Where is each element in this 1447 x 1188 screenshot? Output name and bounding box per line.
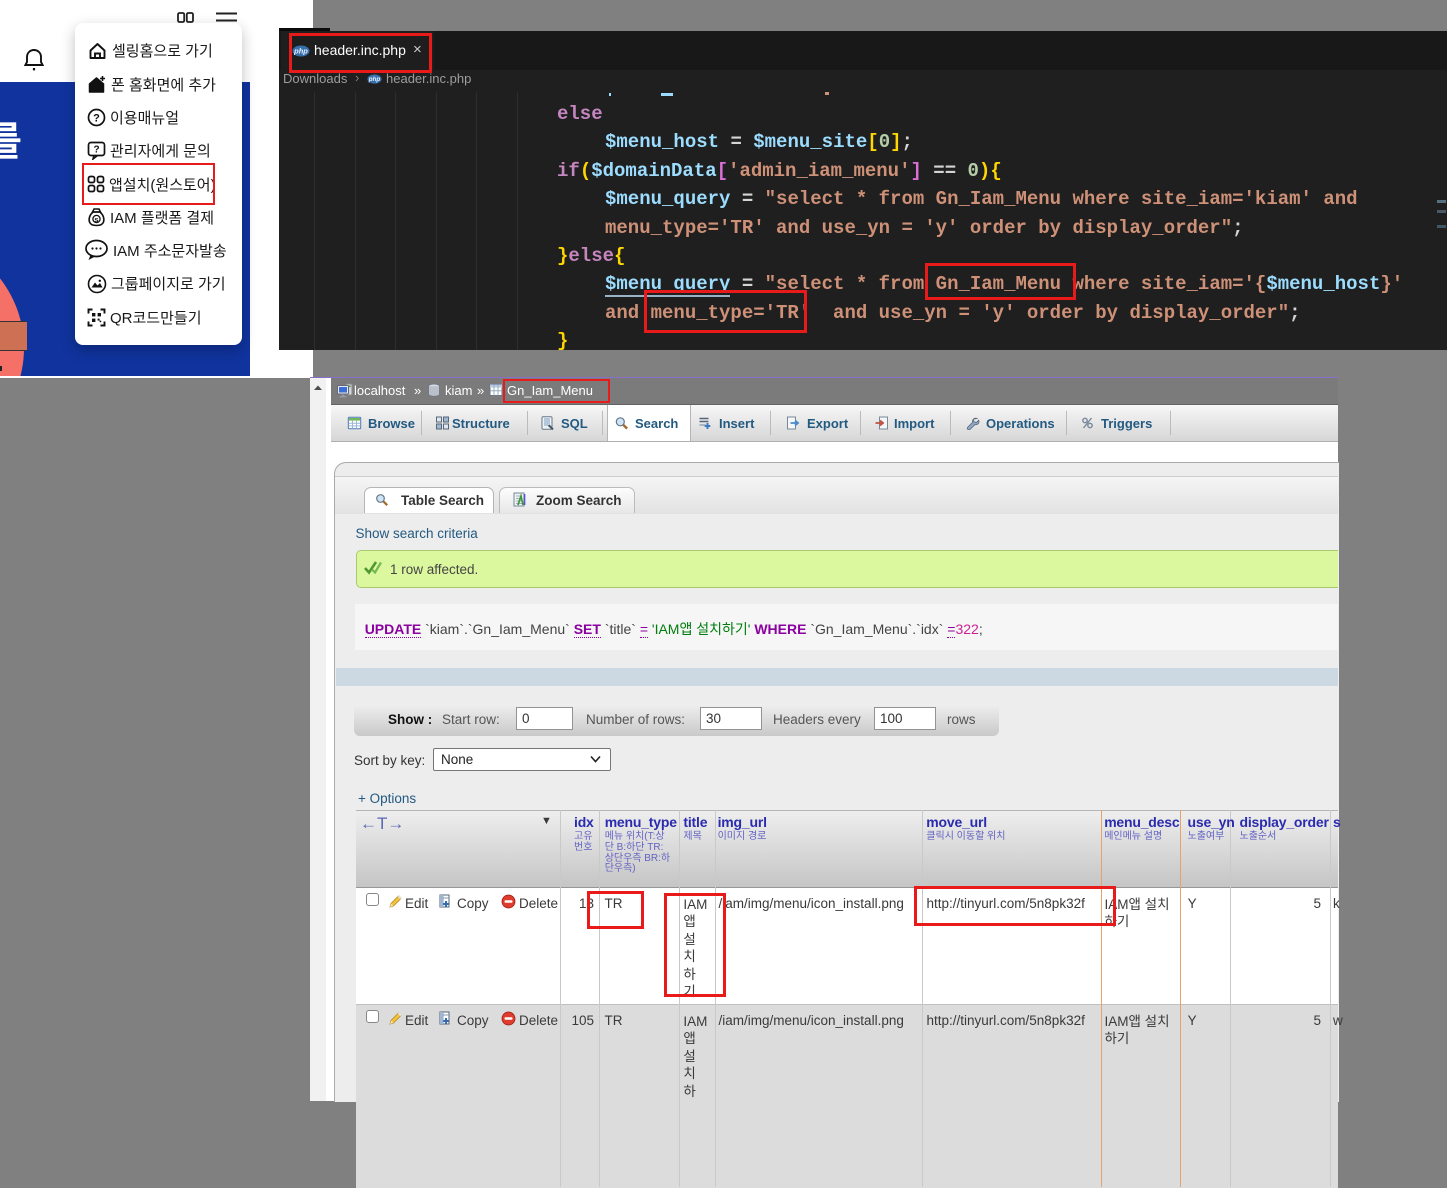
svg-text:php: php [368,76,381,83]
svg-text:?: ? [93,113,100,125]
svg-text:s: s [94,215,98,224]
svg-text:?: ? [93,145,99,156]
